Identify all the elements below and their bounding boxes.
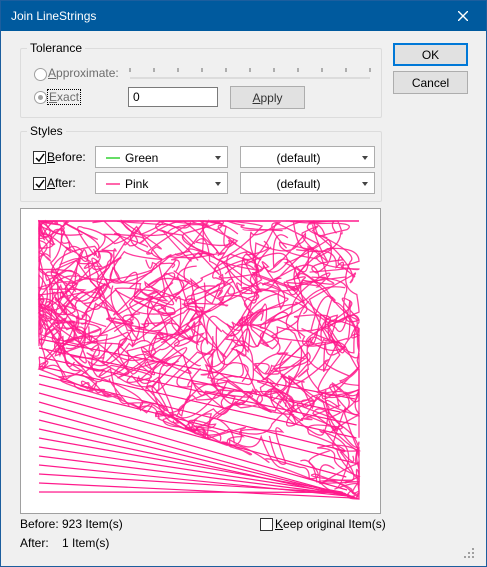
checkmark-icon	[35, 153, 45, 163]
styles-legend: Styles	[27, 124, 66, 138]
cancel-button[interactable]: Cancel	[393, 71, 468, 94]
apply-button[interactable]: Apply	[230, 86, 305, 109]
before-label: Before:	[47, 150, 86, 164]
after-color-select[interactable]: Pink	[95, 172, 228, 194]
exact-tolerance-input[interactable]: 0	[128, 87, 218, 107]
after-color-swatch	[106, 183, 120, 185]
linestring-path-group	[37, 219, 362, 500]
cancel-button-label: Cancel	[411, 75, 450, 90]
ok-button[interactable]: OK	[393, 43, 468, 66]
keep-original-checkbox[interactable]	[260, 518, 273, 531]
linestring-preview-canvas	[37, 219, 362, 500]
after-width-text: (default)	[276, 177, 321, 191]
after-checkbox[interactable]	[33, 177, 46, 190]
chevron-down-icon	[215, 182, 221, 186]
ok-button-label: OK	[421, 47, 440, 62]
tolerance-slider[interactable]	[126, 65, 374, 81]
apply-button-label: Apply	[252, 90, 283, 105]
chevron-down-icon	[362, 182, 368, 186]
approximate-label-rest: pproximate:	[56, 66, 119, 80]
before-count-label: Before:	[20, 517, 59, 531]
join-linestrings-dialog: Join LineStrings Tolerance Approximate:	[0, 0, 487, 567]
tolerance-legend: Tolerance	[27, 41, 86, 55]
after-color-text: Pink	[125, 177, 149, 191]
approximate-radio[interactable]	[34, 68, 47, 81]
linestring-preview	[20, 208, 381, 514]
exact-label: Exact	[47, 89, 82, 105]
resize-grip-icon[interactable]	[464, 548, 474, 558]
chevron-down-icon	[215, 156, 221, 160]
close-button[interactable]	[440, 1, 486, 31]
after-label: After:	[47, 176, 76, 190]
after-count-value: 1 Item(s)	[62, 536, 110, 550]
before-width-text: (default)	[276, 151, 321, 165]
approximate-label: Approximate:	[48, 66, 119, 80]
before-color-text: Green	[125, 151, 159, 165]
close-icon	[458, 11, 468, 21]
exact-radio-dot	[38, 95, 43, 100]
title-bar: Join LineStrings	[1, 1, 486, 31]
exact-radio[interactable]	[34, 91, 47, 104]
before-count-value: 923 Item(s)	[62, 517, 123, 531]
after-count-label: After:	[20, 536, 49, 550]
before-width-select[interactable]: (default)	[240, 146, 375, 168]
exact-label-rest: xact	[57, 90, 80, 104]
linestring-segment	[109, 220, 192, 281]
tolerance-group: Tolerance	[20, 41, 382, 118]
before-color-select[interactable]: Green	[95, 146, 228, 168]
checkmark-icon	[35, 179, 45, 189]
linestring-segment	[38, 446, 347, 495]
before-color-swatch	[106, 157, 120, 159]
chevron-down-icon	[362, 156, 368, 160]
dialog-title: Join LineStrings	[11, 9, 97, 23]
keep-original-label: Keep original Item(s)	[275, 517, 386, 531]
after-width-select[interactable]: (default)	[240, 172, 375, 194]
before-checkbox[interactable]	[33, 151, 46, 164]
